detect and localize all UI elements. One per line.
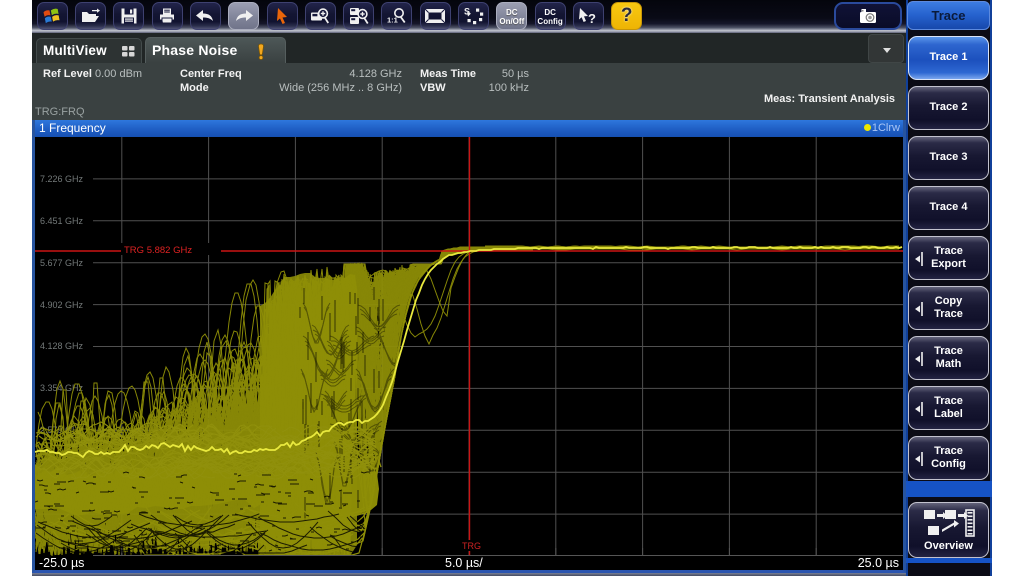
svg-text:TRG 5.882 GHz: TRG 5.882 GHz [124,245,192,256]
svg-text:TRG: TRG [462,541,481,551]
svg-text:7.226 GHz: 7.226 GHz [40,174,84,184]
svg-text:5.677 GHz: 5.677 GHz [40,258,84,268]
svg-text:4.902 GHz: 4.902 GHz [40,300,84,310]
svg-text:6.451 GHz: 6.451 GHz [40,216,84,226]
svg-text:4.128 GHz: 4.128 GHz [40,341,84,351]
svg-text:?: ? [588,11,596,25]
